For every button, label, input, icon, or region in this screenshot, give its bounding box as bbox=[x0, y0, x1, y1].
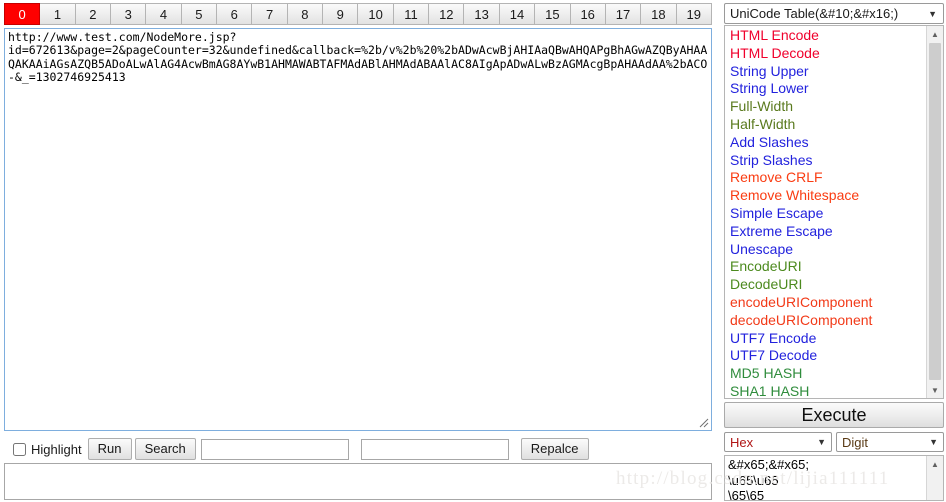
tab-1[interactable]: 1 bbox=[40, 3, 76, 25]
function-list-scrollbar[interactable]: ▲ ▼ bbox=[926, 26, 943, 398]
tab-12[interactable]: 12 bbox=[429, 3, 465, 25]
function-item-md5-hash[interactable]: MD5 HASH bbox=[725, 365, 926, 383]
function-item-encodeuricomponent[interactable]: encodeURIComponent bbox=[725, 294, 926, 312]
tab-4[interactable]: 4 bbox=[146, 3, 182, 25]
function-item-strip-slashes[interactable]: Strip Slashes bbox=[725, 152, 926, 170]
hex-format-value: Hex bbox=[730, 434, 754, 450]
result-output-container: &#x65;&#x65; \u65\u65 \65\65 ▲ bbox=[724, 455, 944, 501]
function-item-half-width[interactable]: Half-Width bbox=[725, 116, 926, 134]
function-item-decodeuricomponent[interactable]: decodeURIComponent bbox=[725, 312, 926, 330]
unicode-table-select-value: UniCode Table(&#10;&#x16;) bbox=[730, 6, 899, 21]
function-item-remove-crlf[interactable]: Remove CRLF bbox=[725, 169, 926, 187]
tab-16[interactable]: 16 bbox=[570, 3, 606, 25]
execute-button[interactable]: Execute bbox=[724, 402, 944, 428]
result-output-text[interactable]: &#x65;&#x65; \u65\u65 \65\65 bbox=[725, 456, 926, 500]
function-list[interactable]: HTML Encode HTML Decode String Upper String… bbox=[725, 26, 926, 398]
hex-format-select[interactable]: Hex ▼ bbox=[724, 432, 832, 452]
right-panel: UniCode Table(&#10;&#x16;) ▼ HTML Encode… bbox=[722, 0, 946, 502]
tab-18[interactable]: 18 bbox=[641, 3, 677, 25]
tab-0[interactable]: 0 bbox=[4, 3, 41, 25]
scroll-up-arrow-icon[interactable]: ▲ bbox=[927, 26, 943, 42]
function-item-utf7-encode[interactable]: UTF7 Encode bbox=[725, 330, 926, 348]
digit-format-value: Digit bbox=[842, 434, 869, 450]
chevron-down-icon: ▼ bbox=[817, 437, 826, 447]
chevron-down-icon: ▼ bbox=[929, 437, 938, 447]
tab-11[interactable]: 11 bbox=[393, 3, 430, 25]
tab-5[interactable]: 5 bbox=[181, 3, 218, 25]
tab-3[interactable]: 3 bbox=[111, 3, 147, 25]
search-button[interactable]: Search bbox=[134, 438, 196, 460]
tab-7[interactable]: 7 bbox=[252, 3, 288, 25]
function-item-sha1-hash[interactable]: SHA1 HASH bbox=[725, 383, 926, 398]
scroll-up-arrow-icon[interactable]: ▲ bbox=[927, 456, 943, 472]
main-editor-container bbox=[4, 28, 712, 431]
replace-button[interactable]: Repalce bbox=[520, 438, 589, 460]
highlight-label: Highlight bbox=[31, 441, 82, 457]
tab-15[interactable]: 15 bbox=[535, 3, 571, 25]
tab-19[interactable]: 19 bbox=[676, 3, 712, 25]
function-item-add-slashes[interactable]: Add Slashes bbox=[725, 134, 926, 152]
function-item-full-width[interactable]: Full-Width bbox=[725, 98, 926, 116]
tab-6[interactable]: 6 bbox=[217, 3, 253, 25]
tab-17[interactable]: 17 bbox=[605, 3, 642, 25]
function-item-string-upper[interactable]: String Upper bbox=[725, 63, 926, 81]
tab-10[interactable]: 10 bbox=[358, 3, 394, 25]
run-button[interactable]: Run bbox=[87, 438, 132, 460]
result-scrollbar[interactable]: ▲ bbox=[926, 456, 943, 500]
left-panel: 012345678910111213141516171819 Highlight… bbox=[0, 0, 716, 502]
search-input[interactable] bbox=[200, 438, 349, 460]
function-item-decodeuri[interactable]: DecodeURI bbox=[725, 276, 926, 294]
replace-input[interactable] bbox=[360, 438, 509, 460]
tab-8[interactable]: 8 bbox=[287, 3, 324, 25]
function-list-container: HTML Encode HTML Decode String Upper String… bbox=[724, 25, 944, 399]
editor-controls-row: Highlight Run Search Repalce bbox=[4, 437, 712, 461]
function-item-utf7-decode[interactable]: UTF7 Decode bbox=[725, 347, 926, 365]
tab-9[interactable]: 9 bbox=[323, 3, 359, 25]
unicode-table-select[interactable]: UniCode Table(&#10;&#x16;) ▼ bbox=[724, 3, 944, 24]
function-item-html-encode[interactable]: HTML Encode bbox=[725, 27, 926, 45]
chevron-down-icon: ▼ bbox=[928, 8, 937, 19]
scrollbar-thumb[interactable] bbox=[929, 43, 941, 380]
application-window: 012345678910111213141516171819 Highlight… bbox=[0, 0, 946, 502]
tab-14[interactable]: 14 bbox=[499, 3, 536, 25]
secondary-output-textarea[interactable] bbox=[4, 463, 712, 500]
tab-2[interactable]: 2 bbox=[75, 3, 112, 25]
function-item-remove-whitespace[interactable]: Remove Whitespace bbox=[725, 187, 926, 205]
function-item-html-decode[interactable]: HTML Decode bbox=[725, 45, 926, 63]
scroll-down-arrow-icon[interactable]: ▼ bbox=[927, 382, 943, 398]
tab-13[interactable]: 13 bbox=[464, 3, 500, 25]
function-item-string-lower[interactable]: String Lower bbox=[725, 80, 926, 98]
digit-format-select[interactable]: Digit ▼ bbox=[836, 432, 944, 452]
function-item-encodeuri[interactable]: EncodeURI bbox=[725, 258, 926, 276]
function-item-extreme-escape[interactable]: Extreme Escape bbox=[725, 223, 926, 241]
function-item-unescape[interactable]: Unescape bbox=[725, 241, 926, 259]
highlight-checkbox[interactable] bbox=[13, 442, 26, 456]
function-item-simple-escape[interactable]: Simple Escape bbox=[725, 205, 926, 223]
main-input-textarea[interactable] bbox=[5, 29, 711, 430]
tab-strip: 0 1 2 3 4 5 6 7 8 9 10 11 12 13 14 15 16 17 18 19 bbox=[4, 3, 712, 27]
